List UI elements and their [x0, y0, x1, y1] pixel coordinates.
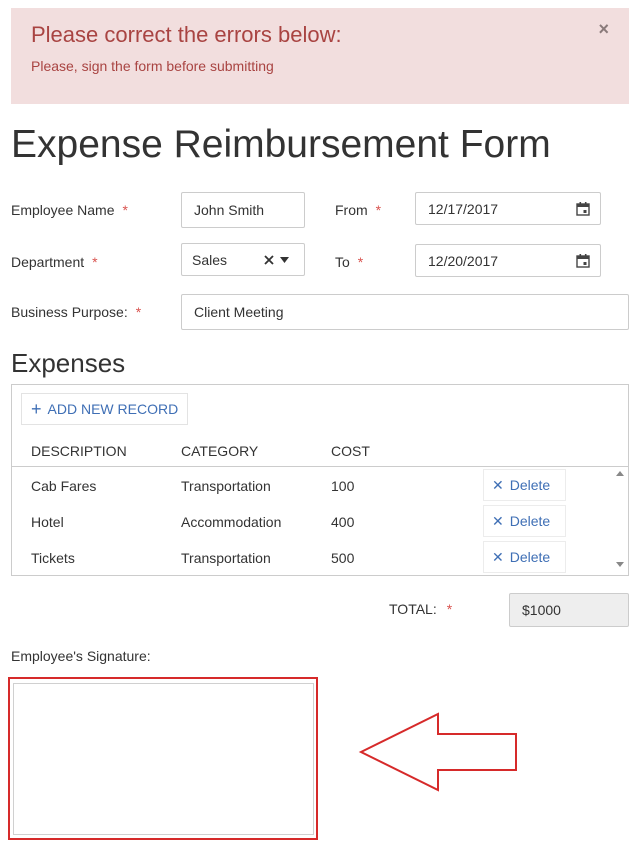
- alert-title: Please correct the errors below:: [31, 22, 342, 47]
- column-header-cost[interactable]: COST: [331, 443, 370, 459]
- required-mark: *: [446, 601, 453, 617]
- total-field: $1000: [509, 593, 629, 627]
- page-title: Expense Reimbursement Form: [11, 123, 551, 166]
- total-label: TOTAL: *: [389, 601, 453, 617]
- error-alert: Please correct the errors below: Please,…: [11, 8, 629, 104]
- delete-x-icon: ✕: [492, 512, 504, 529]
- scroll-up-arrow-icon[interactable]: [616, 471, 624, 476]
- column-header-description[interactable]: DESCRIPTION: [31, 443, 127, 459]
- cell-cost[interactable]: 100: [331, 478, 354, 494]
- table-row: Cab Fares Transportation 100 ✕ Delete: [12, 467, 611, 503]
- delete-button[interactable]: ✕ Delete: [483, 541, 566, 573]
- signature-highlight-box: [8, 677, 318, 840]
- cell-description[interactable]: Cab Fares: [31, 478, 96, 494]
- add-new-record-button[interactable]: + ADD NEW RECORD: [21, 393, 188, 425]
- table-row: Tickets Transportation 500 ✕ Delete: [12, 539, 611, 575]
- employee-name-label: Employee Name *: [11, 202, 128, 218]
- caret-down-icon[interactable]: [280, 257, 289, 263]
- plus-icon: +: [31, 399, 42, 419]
- department-select[interactable]: Sales: [181, 243, 305, 276]
- cell-cost[interactable]: 400: [331, 514, 354, 530]
- cell-category[interactable]: Transportation: [181, 550, 271, 566]
- vertical-scrollbar[interactable]: [611, 467, 628, 575]
- scroll-down-arrow-icon[interactable]: [616, 562, 624, 567]
- cell-category[interactable]: Accommodation: [181, 514, 281, 530]
- clear-x-icon[interactable]: [264, 255, 274, 265]
- from-label: From *: [335, 202, 382, 218]
- required-mark: *: [357, 254, 364, 270]
- business-purpose-input[interactable]: Client Meeting: [181, 294, 629, 330]
- required-mark: *: [92, 254, 98, 270]
- calendar-icon[interactable]: [576, 254, 590, 268]
- signature-label: Employee's Signature:: [11, 648, 151, 664]
- table-row: Hotel Accommodation 400 ✕ Delete: [12, 503, 611, 539]
- department-label: Department *: [11, 254, 98, 270]
- business-purpose-label: Business Purpose: *: [11, 304, 142, 320]
- close-icon[interactable]: ×: [598, 20, 609, 38]
- cell-description[interactable]: Tickets: [31, 550, 75, 566]
- to-label: To *: [335, 254, 364, 270]
- from-date-input[interactable]: 12/17/2017: [415, 192, 601, 225]
- to-date-input[interactable]: 12/20/2017: [415, 244, 601, 277]
- left-arrow-annotation: [358, 712, 517, 792]
- cell-cost[interactable]: 500: [331, 550, 354, 566]
- calendar-icon[interactable]: [576, 202, 590, 216]
- expenses-title: Expenses: [11, 348, 126, 378]
- employee-name-input[interactable]: John Smith: [181, 192, 305, 228]
- delete-button[interactable]: ✕ Delete: [483, 505, 566, 537]
- alert-message: Please, sign the form before submitting: [31, 58, 274, 74]
- expenses-grid: + ADD NEW RECORD DESCRIPTION CATEGORY CO…: [11, 384, 629, 576]
- delete-x-icon: ✕: [492, 476, 504, 493]
- signature-pad[interactable]: [13, 683, 314, 835]
- required-mark: *: [135, 304, 142, 320]
- delete-x-icon: ✕: [492, 548, 504, 565]
- required-mark: *: [122, 202, 128, 218]
- column-header-category[interactable]: CATEGORY: [181, 443, 258, 459]
- delete-button[interactable]: ✕ Delete: [483, 469, 566, 501]
- cell-description[interactable]: Hotel: [31, 514, 64, 530]
- required-mark: *: [375, 202, 382, 218]
- cell-category[interactable]: Transportation: [181, 478, 271, 494]
